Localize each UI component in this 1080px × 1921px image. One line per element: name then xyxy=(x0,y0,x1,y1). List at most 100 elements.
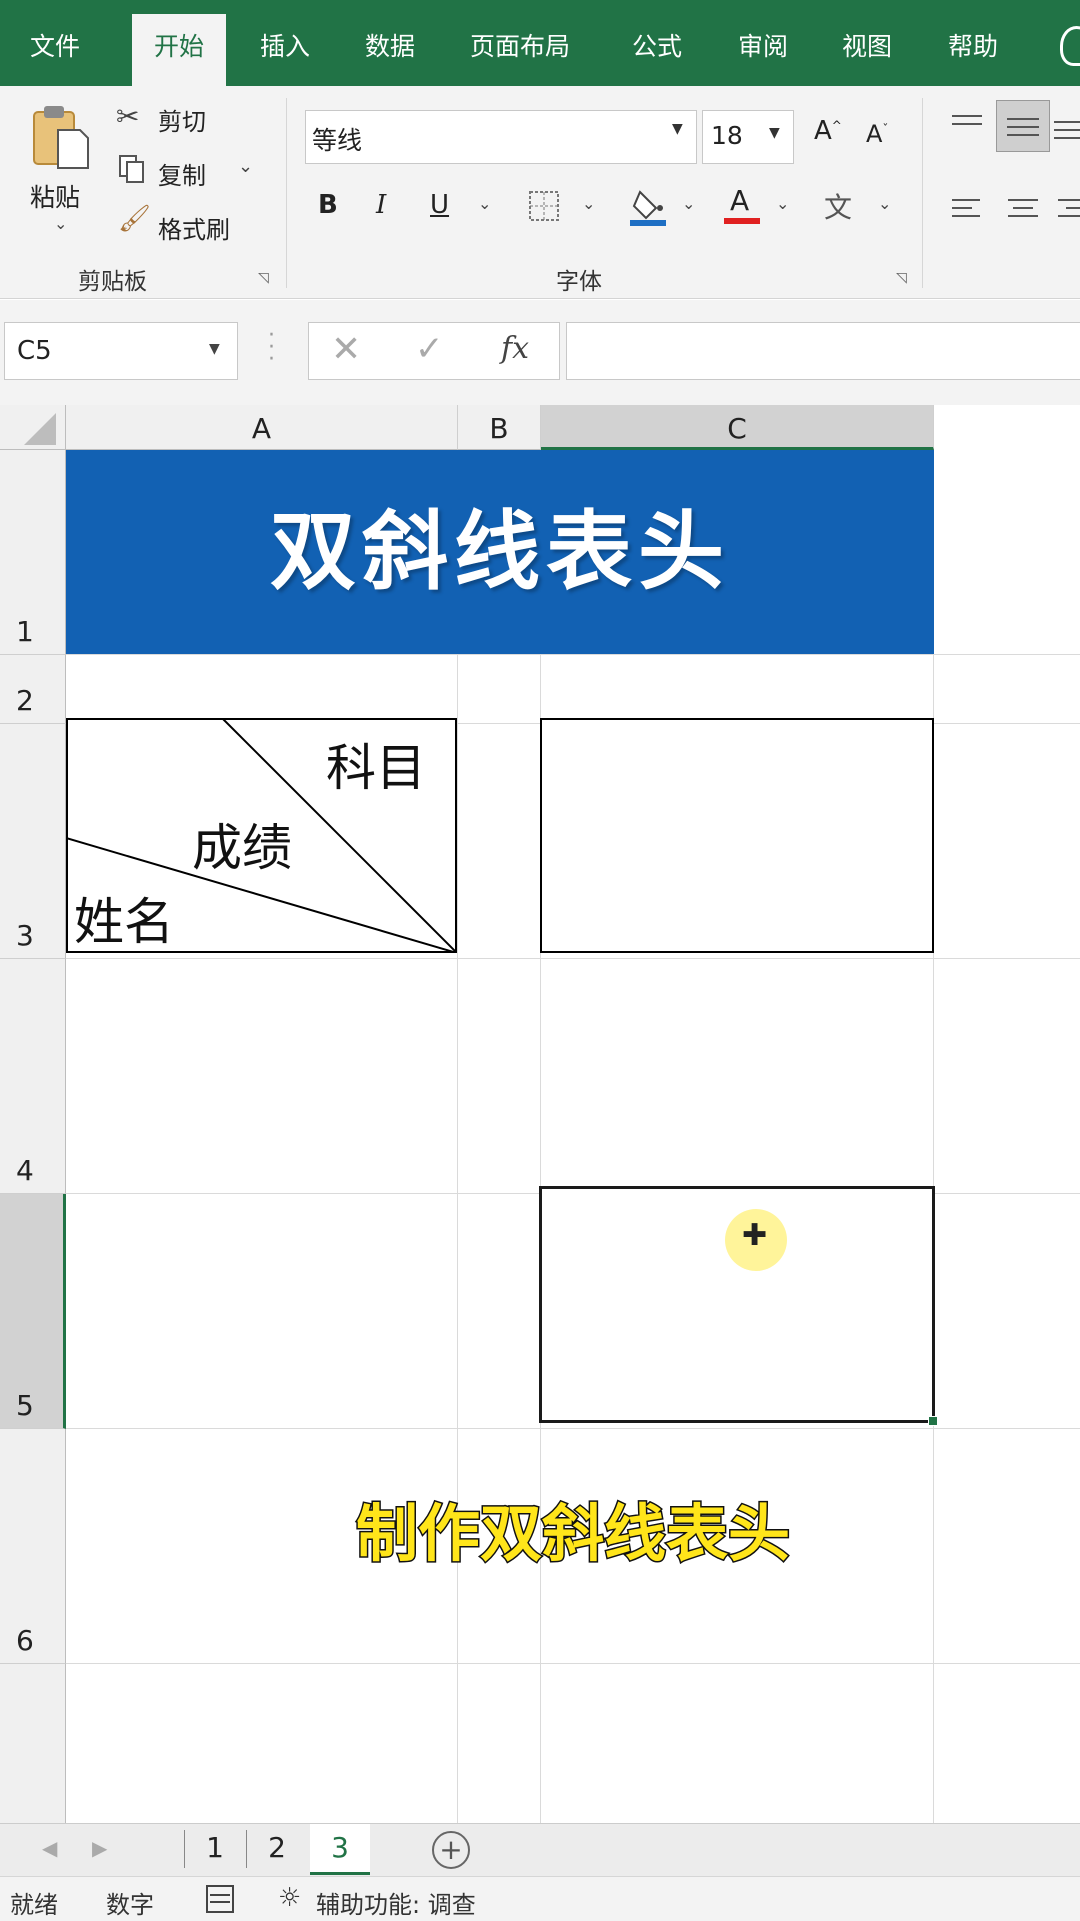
scroll-left-icon[interactable]: ◀ xyxy=(42,1836,57,1860)
font-size-value: 18 xyxy=(711,121,743,150)
format-painter-label[interactable]: 格式刷 xyxy=(158,210,230,245)
chevron-down-icon[interactable]: ⌄ xyxy=(878,194,891,213)
sheet-tab-2[interactable]: 2 xyxy=(248,1824,306,1872)
align-right-icon[interactable] xyxy=(1056,196,1080,222)
add-sheet-icon[interactable]: + xyxy=(432,1831,470,1869)
paste-icon xyxy=(33,106,89,169)
copy-label[interactable]: 复制 xyxy=(158,156,206,191)
sheet-tab-1[interactable]: 1 xyxy=(186,1824,244,1872)
ribbon-separator xyxy=(286,98,287,288)
select-all-corner[interactable] xyxy=(0,405,66,450)
format-painter-icon[interactable]: 🖌 xyxy=(118,204,151,234)
grow-font-icon[interactable]: A^ xyxy=(814,116,842,146)
paste-label[interactable]: 粘贴 xyxy=(30,178,80,214)
title-banner[interactable]: 双斜线表头 xyxy=(66,450,934,654)
fill-color-icon[interactable] xyxy=(630,186,668,226)
tab-divider xyxy=(246,1830,247,1868)
clipboard-dialog-launcher-icon[interactable]: ◹ xyxy=(258,270,269,286)
column-header-c[interactable]: C xyxy=(541,405,934,450)
tab-data[interactable]: 数据 xyxy=(365,0,415,86)
scroll-right-icon[interactable]: ▶ xyxy=(92,1836,107,1860)
copy-icon[interactable] xyxy=(118,154,144,183)
gridline xyxy=(66,1428,1080,1429)
font-name-select[interactable]: 等线 ▼ xyxy=(305,110,697,164)
align-left-icon[interactable] xyxy=(950,196,984,222)
row-header-4[interactable]: 4 xyxy=(0,959,66,1194)
chevron-down-icon[interactable]: ⌄ xyxy=(582,194,595,213)
ribbon-separator xyxy=(922,98,923,288)
row-header-7[interactable] xyxy=(0,1664,66,1823)
align-top-icon[interactable] xyxy=(950,110,984,136)
video-caption: 制作双斜线表头 xyxy=(354,1496,791,1572)
tab-review[interactable]: 审阅 xyxy=(738,0,788,86)
fill-color-swatch xyxy=(630,220,666,226)
gridline xyxy=(66,654,1080,655)
chevron-down-icon[interactable]: ⌄ xyxy=(478,194,491,213)
phonetic-guide-icon[interactable]: 文 xyxy=(824,186,852,226)
bold-icon[interactable]: B xyxy=(318,190,338,220)
ribbon-home-panel: 粘贴 ⌄ ✂ 剪切 复制 ⌄ 🖌 格式刷 剪贴板 ◹ 等线 ▼ 18 ▼ A^ … xyxy=(0,86,1080,299)
row-header-6[interactable]: 6 xyxy=(0,1429,66,1664)
row-header-5[interactable]: 5 xyxy=(0,1194,66,1429)
underline-icon[interactable]: U xyxy=(430,190,449,220)
tab-view[interactable]: 视图 xyxy=(842,0,892,86)
borders-icon[interactable] xyxy=(528,190,559,221)
accessibility-icon[interactable]: ☼ xyxy=(278,1883,301,1913)
gridline xyxy=(457,655,458,1823)
row-number: 1 xyxy=(16,615,34,648)
name-box[interactable]: C5 ▼ xyxy=(4,322,238,380)
paste-dropdown-chevron-icon[interactable]: ⌄ xyxy=(54,214,67,233)
tab-page-layout[interactable]: 页面布局 xyxy=(470,0,570,86)
formula-input[interactable] xyxy=(566,322,1080,380)
gridline xyxy=(66,958,1080,959)
align-middle-icon[interactable] xyxy=(996,100,1050,152)
copy-dropdown-chevron-icon[interactable]: ⌄ xyxy=(238,156,253,177)
font-group-label: 字体 xyxy=(556,269,602,295)
shrink-font-icon[interactable]: Aˇ xyxy=(866,120,888,148)
paste-button[interactable] xyxy=(28,102,90,182)
enter-check-icon[interactable]: ✓ xyxy=(415,329,444,369)
row-number: 5 xyxy=(16,1389,34,1422)
sheet-tab-3[interactable]: 3 xyxy=(310,1824,370,1875)
chevron-down-icon[interactable]: ⌄ xyxy=(682,194,695,213)
cut-label[interactable]: 剪切 xyxy=(158,102,206,137)
align-center-icon[interactable] xyxy=(1006,196,1040,222)
row-number: 4 xyxy=(16,1154,34,1187)
tab-help[interactable]: 帮助 xyxy=(948,0,998,86)
status-accessibility[interactable]: 辅助功能: 调查 xyxy=(316,1885,476,1920)
font-name-value: 等线 xyxy=(312,126,363,155)
score-label: 成绩 xyxy=(192,819,292,877)
font-color-icon[interactable]: A xyxy=(724,184,762,226)
tab-insert[interactable]: 插入 xyxy=(260,0,310,86)
name-label: 姓名 xyxy=(74,893,174,951)
macro-record-icon[interactable] xyxy=(206,1885,234,1913)
tab-home[interactable]: 开始 xyxy=(132,14,227,86)
gridline xyxy=(933,450,934,1823)
chevron-down-icon[interactable]: ⌄ xyxy=(776,194,789,213)
tab-file[interactable]: 文件 xyxy=(30,0,80,86)
row-header-1[interactable]: 1 xyxy=(0,450,66,655)
formula-controls: ✕ ✓ fx xyxy=(308,322,560,380)
tab-formulas[interactable]: 公式 xyxy=(632,0,682,86)
row-number: 3 xyxy=(16,919,34,952)
more-options-icon[interactable]: · · · xyxy=(268,325,275,371)
clipboard-group-label: 剪贴板 xyxy=(78,269,147,295)
bordered-cell-c3[interactable] xyxy=(540,718,934,953)
italic-icon[interactable]: I xyxy=(376,190,386,220)
column-header-b[interactable]: B xyxy=(458,405,541,450)
status-mode: 数字 xyxy=(106,1891,154,1919)
insert-function-icon[interactable]: fx xyxy=(501,331,529,366)
status-ready: 就绪 xyxy=(10,1891,58,1919)
font-size-select[interactable]: 18 ▼ xyxy=(702,110,794,164)
row-header-3[interactable]: 3 xyxy=(0,724,66,959)
scissors-icon[interactable]: ✂ xyxy=(116,100,139,133)
fill-handle[interactable] xyxy=(928,1416,938,1426)
diagonal-header-cell-a3[interactable]: 科目 成绩 姓名 xyxy=(66,718,457,953)
column-header-a[interactable]: A xyxy=(66,405,458,450)
lightbulb-icon[interactable] xyxy=(1060,26,1080,66)
align-bottom-icon[interactable] xyxy=(1052,116,1080,142)
font-dialog-launcher-icon[interactable]: ◹ xyxy=(896,270,907,286)
row-header-2[interactable]: 2 xyxy=(0,655,66,724)
cancel-icon[interactable]: ✕ xyxy=(331,329,361,370)
chevron-down-icon: ▼ xyxy=(209,341,220,357)
